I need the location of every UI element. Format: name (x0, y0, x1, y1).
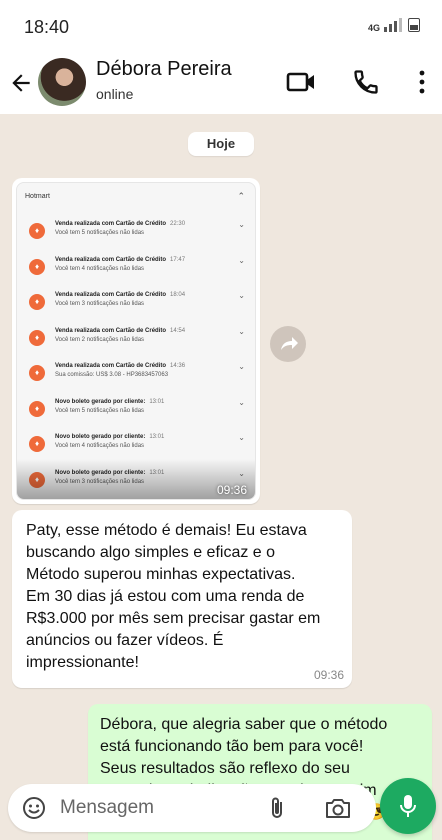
notification-item: ♦ Venda realizada com Cartão de Crédito 22… (25, 217, 249, 245)
status-icons: 4G (367, 18, 420, 33)
notification-title: Novo boleto gerado por cliente:13:01 (55, 399, 164, 405)
notification-time: 14:54 (170, 327, 186, 334)
chevron-down-icon: ⌄ (238, 255, 245, 265)
message-composer[interactable]: Mensagem (8, 784, 376, 832)
notification-title-text: Novo boleto gerado por cliente: (55, 398, 146, 405)
notification-subtitle: Você tem 4 notificações não lidas (55, 265, 145, 272)
chevron-down-icon: ⌄ (238, 433, 245, 442)
mic-button[interactable] (380, 778, 436, 834)
video-call-icon[interactable] (286, 68, 316, 96)
hotmart-app-name: Hotmart (25, 193, 50, 200)
notification-title: Venda realizada com Cartão de Crédito 14:… (55, 363, 185, 369)
notification-title-text: Venda realizada com Cartão de Crédito (55, 363, 167, 369)
incoming-message[interactable]: Paty, esse método é demais! Eu estava bu… (12, 510, 352, 688)
avatar[interactable] (38, 58, 86, 106)
notification-time: 14:36 (170, 363, 186, 369)
notification-screenshot[interactable]: Hotmart ⌃ ♦ Venda realizada com Cartão de… (16, 182, 256, 500)
emoji-icon[interactable] (22, 796, 46, 820)
notification-title-text: Venda realizada com Cartão de Crédito (55, 221, 167, 227)
contact-name[interactable]: Débora Pereira (96, 58, 232, 81)
network-type-label: 4G (367, 23, 380, 33)
notification-title-text: Venda realizada com Cartão de Crédito (55, 292, 167, 298)
hotmart-flame-icon: ♦ (29, 436, 45, 452)
mic-icon (400, 795, 416, 817)
notification-subtitle: Você tem 2 notificações não lidas (55, 336, 145, 343)
chevron-up-icon: ⌃ (237, 191, 245, 201)
notification-title-text: Venda realizada com Cartão de Crédito (55, 327, 167, 334)
hotmart-flame-icon: ♦ (29, 365, 45, 381)
notification-item: ♦ Venda realizada com Cartão de Crédito 18… (25, 288, 249, 316)
notification-item: ♦ Venda realizada com Cartão de Crédito 17… (25, 253, 249, 281)
notification-title: Novo boleto gerado por cliente:13:01 (55, 434, 164, 440)
notification-item: ♦ Novo boleto gerado por cliente:13:01 Voc… (25, 395, 249, 423)
chevron-down-icon: ⌄ (238, 362, 245, 371)
hotmart-flame-icon: ♦ (29, 258, 45, 275)
notification-time: 18:04 (170, 292, 186, 298)
notification-time: 17:47 (170, 256, 186, 263)
notification-subtitle: Você tem 5 notificações não lidas (55, 407, 145, 414)
incoming-message-time: 09:36 (313, 668, 344, 682)
image-message[interactable]: Hotmart ⌃ ♦ Venda realizada com Cartão de… (12, 178, 260, 504)
notification-title-text: Novo boleto gerado por cliente: (55, 434, 146, 440)
notification-title: Venda realizada com Cartão de Crédito 22:… (55, 221, 185, 227)
forward-icon (281, 337, 298, 350)
notification-subtitle: Você tem 3 notificações não lidas (55, 301, 145, 307)
status-time: 18:40 (24, 17, 70, 37)
notification-subtitle: Você tem 4 notificações não lidas (55, 443, 145, 449)
chevron-down-icon: ⌄ (238, 220, 245, 229)
battery-icon (408, 18, 420, 32)
forward-button[interactable] (270, 326, 306, 362)
incoming-message-text: Paty, esse método é demais! Eu estava bu… (26, 522, 321, 671)
chat-header: Débora Pereira online (0, 52, 442, 114)
contact-status: online (96, 86, 134, 102)
notification-title: Venda realizada com Cartão de Crédito 18:… (55, 292, 185, 298)
hotmart-flame-icon: ♦ (29, 400, 45, 417)
hotmart-flame-icon: ♦ (29, 329, 45, 346)
notification-item: ♦ Venda realizada com Cartão de Crédito 14… (25, 359, 249, 387)
notification-title: Venda realizada com Cartão de Crédito 17:… (55, 257, 185, 263)
chevron-down-icon: ⌄ (238, 291, 245, 300)
hotmart-flame-icon: ♦ (29, 223, 45, 239)
notification-subtitle: Sua comissão: US$ 3.08 - HP3683457063 (55, 372, 169, 378)
notification-time: 13:01 (149, 398, 165, 405)
notification-item: ♦ Novo boleto gerado por cliente:13:01 Voc… (25, 430, 249, 458)
back-arrow-icon[interactable] (8, 70, 34, 96)
camera-icon[interactable] (324, 796, 352, 820)
chevron-down-icon: ⌄ (238, 397, 245, 407)
date-chip: Hoje (188, 132, 254, 156)
notification-item: ♦ Venda realizada com Cartão de Crédito 14… (25, 324, 249, 352)
message-input[interactable]: Mensagem (60, 797, 154, 819)
status-bar: 18:40 4G (0, 0, 442, 52)
image-time: 09:36 (216, 483, 247, 497)
hotmart-header: Hotmart ⌃ (25, 191, 249, 209)
phone-icon[interactable] (352, 68, 380, 96)
more-vertical-icon[interactable] (412, 68, 432, 96)
notification-time: 22:30 (170, 221, 186, 227)
chevron-down-icon: ⌄ (238, 326, 245, 336)
chat-area[interactable]: Hoje Hotmart ⌃ ♦ Venda realizada com Cart… (0, 114, 442, 840)
attach-icon[interactable] (266, 795, 288, 821)
notification-subtitle: Você tem 5 notificações não lidas (55, 230, 145, 236)
notification-time: 13:01 (149, 434, 165, 440)
hotmart-flame-icon: ♦ (29, 294, 45, 310)
notification-title-text: Venda realizada com Cartão de Crédito (55, 256, 167, 263)
notification-title: Venda realizada com Cartão de Crédito 14:… (55, 328, 185, 334)
signal-icon (384, 18, 402, 32)
